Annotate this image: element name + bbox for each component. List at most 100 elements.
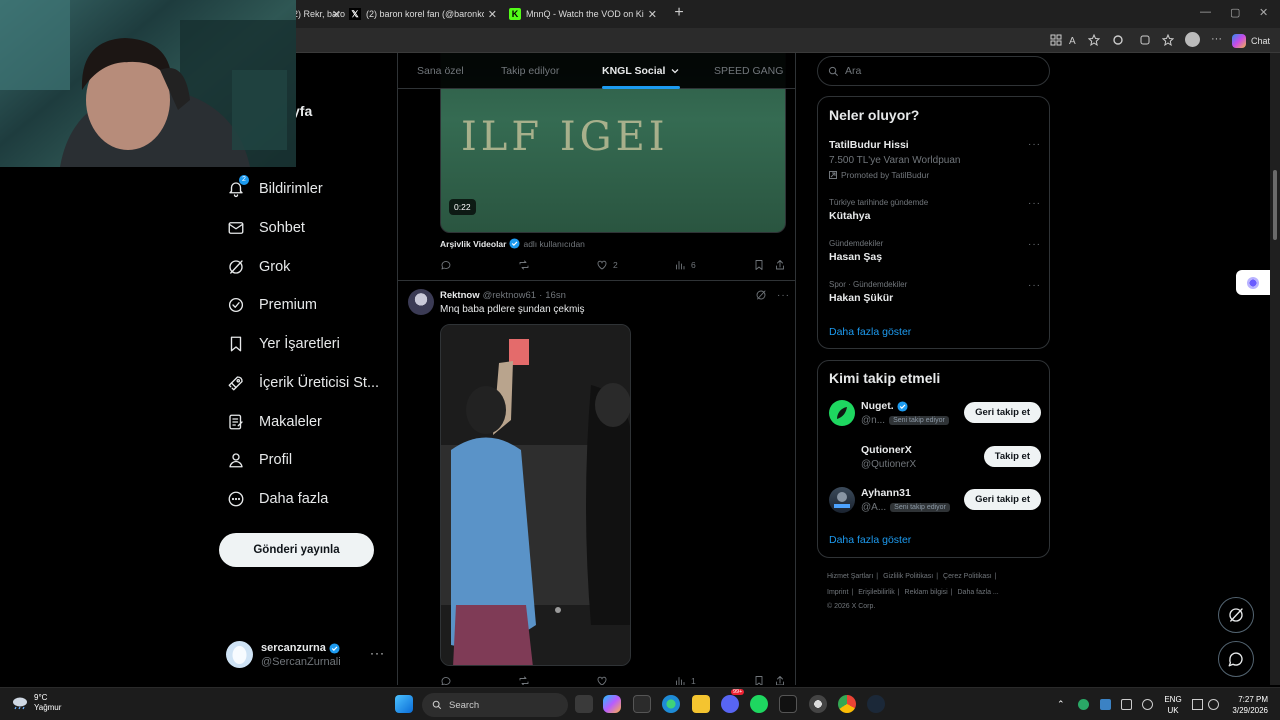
tweet-time[interactable]: 16sn	[545, 290, 566, 301]
file-explorer-icon[interactable]	[692, 695, 710, 713]
video-attribution[interactable]: Arşivlik Videolar adlı kullanıcıdan	[440, 238, 585, 249]
tweet-more-icon[interactable]: ···	[777, 290, 790, 301]
post-button[interactable]: Gönderi yayınla	[219, 533, 374, 567]
tweet-author-name[interactable]: Rektnow	[440, 290, 480, 301]
steam-icon[interactable]	[867, 695, 885, 713]
avatar[interactable]	[408, 289, 434, 315]
follow-button[interactable]: Takip et	[983, 446, 1041, 467]
page-scrollbar[interactable]	[1270, 53, 1280, 685]
browser-tab-2[interactable]: 𝕏 (2) baron korel fan (@baronkorel) ✕	[349, 2, 501, 26]
tweet-author-handle[interactable]: @rektnow61	[483, 290, 536, 301]
footer-link[interactable]: Hizmet Şartları	[827, 573, 873, 580]
trend-more-icon[interactable]: ···	[1028, 139, 1041, 150]
like-button[interactable]: 2	[596, 259, 618, 271]
tray-app-icon[interactable]	[1121, 699, 1132, 710]
edge-browser-icon[interactable]	[662, 695, 680, 713]
trend-item[interactable]: Gündemdekiler Hasan Şaş ···	[829, 239, 1041, 263]
profile-avatar[interactable]	[1185, 32, 1200, 47]
new-tab-button[interactable]: +	[670, 3, 688, 23]
obs-studio-icon[interactable]	[809, 695, 827, 713]
copilot-app-icon[interactable]	[603, 695, 621, 713]
language-indicator[interactable]: ENG UK	[1162, 694, 1184, 716]
trend-item[interactable]: TatilBudur Hissi 7.500 TL'ye Varan World…	[829, 139, 1041, 180]
refresh-icon[interactable]	[1112, 34, 1124, 46]
task-view-icon[interactable]	[575, 695, 593, 713]
share-button[interactable]	[774, 675, 786, 685]
copilot-chat-button[interactable]: Chat	[1232, 31, 1270, 50]
discord-icon[interactable]: 99+	[721, 689, 745, 713]
messages-floating-button[interactable]	[1218, 641, 1254, 677]
nav-notifications[interactable]: 2 Bildirimler	[226, 174, 323, 204]
account-more-icon[interactable]: ···	[370, 646, 385, 660]
spotify-icon[interactable]	[750, 695, 768, 713]
taskbar-search[interactable]: Search	[422, 693, 568, 717]
scrollbar-thumb[interactable]	[1273, 170, 1277, 240]
windows-start-icon[interactable]	[395, 695, 413, 713]
follow-back-button[interactable]: Geri takip et	[964, 402, 1041, 423]
search-box[interactable]	[817, 56, 1050, 86]
chrome-icon[interactable]	[838, 695, 856, 713]
tab-speed-gang[interactable]: SPEED GANG	[714, 53, 783, 89]
footer-link[interactable]: Reklam bilgisi	[905, 589, 948, 596]
trend-item[interactable]: Türkiye tarihinde gündemde Kütahya ···	[829, 198, 1041, 222]
who-to-follow-show-more-link[interactable]: Daha fazla göster	[829, 534, 911, 546]
follow-suggestion[interactable]: QutionerX @QutionerX Takip et	[829, 444, 1041, 474]
nav-premium[interactable]: Premium	[226, 290, 317, 320]
footer-link[interactable]: Daha fazla ...	[958, 589, 999, 596]
tweet-photo[interactable]	[440, 324, 631, 666]
trend-more-icon[interactable]: ···	[1028, 280, 1041, 291]
grok-floating-button[interactable]	[1218, 597, 1254, 633]
window-close-icon[interactable]: ✕	[1259, 6, 1268, 19]
nav-more[interactable]: Daha fazla	[226, 484, 328, 514]
nav-articles[interactable]: Makaleler	[226, 407, 322, 437]
network-icon[interactable]	[1192, 699, 1203, 710]
follow-back-button[interactable]: Geri takip et	[964, 489, 1041, 510]
close-icon[interactable]: ✕	[488, 8, 497, 21]
nav-grok[interactable]: Grok	[226, 252, 290, 282]
share-button[interactable]	[774, 259, 786, 271]
account-switcher[interactable]: sercanzurna @SercanZurnali ···	[226, 638, 391, 674]
grok-icon[interactable]	[755, 289, 767, 301]
follow-suggestion[interactable]: Nuget. @n... Seni takip ediyor Geri taki…	[829, 400, 1041, 430]
nav-chat[interactable]: Sohbet	[226, 213, 305, 243]
reply-button[interactable]	[440, 675, 452, 685]
trend-more-icon[interactable]: ···	[1028, 239, 1041, 250]
microphone-icon[interactable]	[1142, 699, 1153, 710]
trend-more-icon[interactable]: ···	[1028, 198, 1041, 209]
views-button[interactable]: 1	[674, 675, 696, 685]
settings-more-icon[interactable]: ···	[1211, 33, 1222, 45]
bookmark-button[interactable]	[753, 259, 765, 271]
reply-button[interactable]	[440, 259, 452, 271]
nav-creator-studio[interactable]: İçerik Üreticisi St...	[226, 368, 379, 398]
search-input[interactable]	[845, 65, 1025, 77]
footer-link[interactable]: Imprint	[827, 589, 848, 596]
tab-kngl-social[interactable]: KNGL Social	[602, 53, 681, 89]
maximize-icon[interactable]: ▢	[1230, 6, 1240, 19]
minimize-icon[interactable]: —	[1200, 6, 1211, 18]
apps-icon[interactable]	[1050, 34, 1062, 46]
views-button[interactable]: 6	[674, 259, 696, 271]
volume-icon[interactable]	[1208, 699, 1219, 710]
browser-tab-3[interactable]: K MnnQ - Watch the VOD on Kick ✕	[509, 2, 661, 26]
repost-button[interactable]	[518, 675, 530, 685]
follow-suggestion[interactable]: Ayhann31 @A... Seni takip ediyor Geri ta…	[829, 487, 1041, 517]
tab-following[interactable]: Takip edilyor	[501, 53, 559, 89]
nav-bookmarks[interactable]: Yer İşaretleri	[226, 329, 340, 359]
tray-app-icon[interactable]	[1100, 699, 1111, 710]
obs-app-icon[interactable]	[779, 695, 797, 713]
footer-link[interactable]: Çerez Politikası	[943, 573, 992, 580]
read-aloud-icon[interactable]: A	[1069, 34, 1081, 46]
close-icon[interactable]: ✕	[332, 8, 341, 21]
favorite-star-icon[interactable]	[1088, 34, 1100, 46]
footer-link[interactable]: Erişilebilirlik	[858, 589, 895, 596]
tray-expand-icon[interactable]: ⌃	[1057, 699, 1068, 710]
tweet[interactable]: Rektnow @rektnow61 · 16sn ··· Mnq baba p…	[398, 281, 795, 685]
trend-item[interactable]: Spor · Gündemdekiler Hakan Şükür ···	[829, 280, 1041, 304]
repost-button[interactable]	[518, 259, 530, 271]
system-clock[interactable]: 7:27 PM 3/29/2026	[1226, 694, 1268, 716]
tray-app-icon[interactable]	[1078, 699, 1089, 710]
browser-tab-1[interactable]: (2) Rekr, baron korel ✕	[290, 2, 345, 26]
footer-link[interactable]: Gizlilik Politikası	[883, 573, 933, 580]
nav-profile[interactable]: Profil	[226, 445, 292, 475]
trends-show-more-link[interactable]: Daha fazla göster	[829, 326, 911, 338]
